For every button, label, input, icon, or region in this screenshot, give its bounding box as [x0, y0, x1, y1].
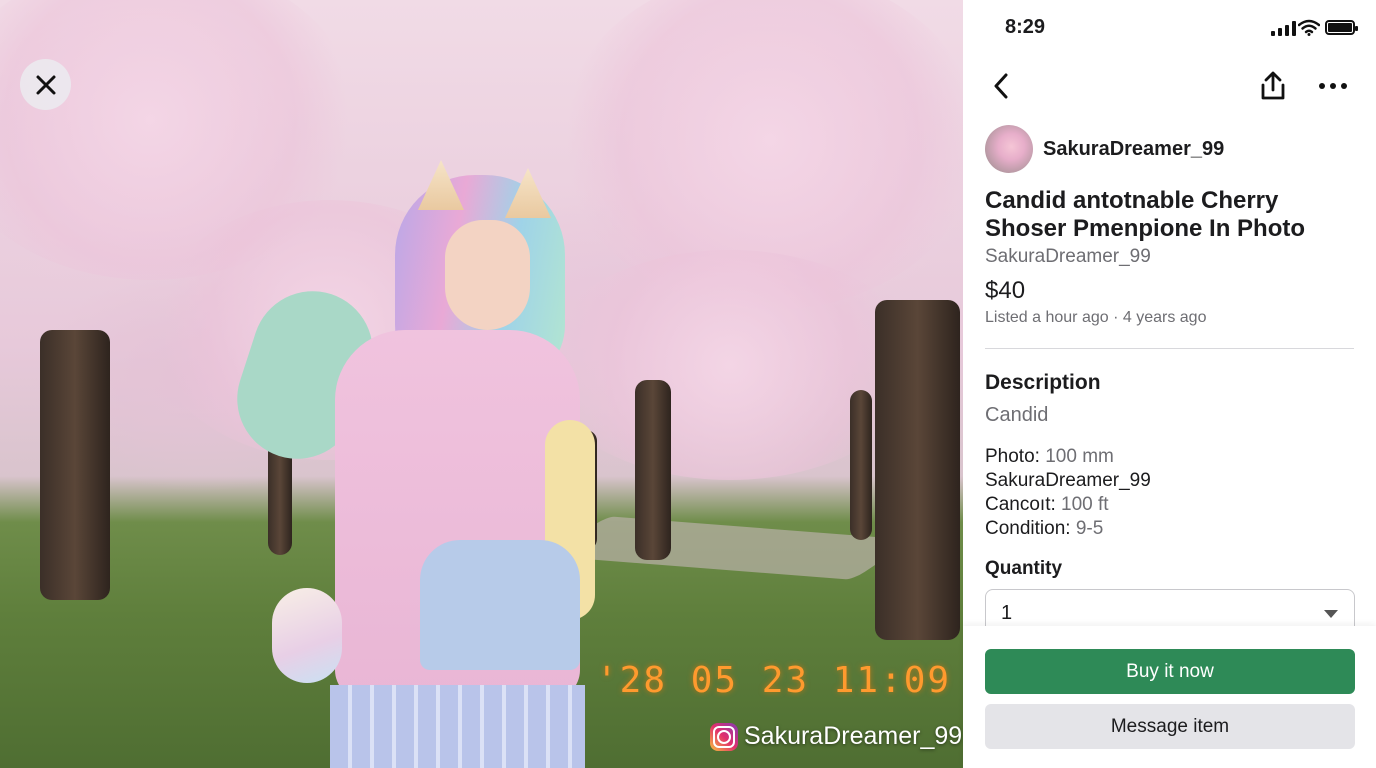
spec-row: Condition: 9-5	[985, 517, 1103, 541]
tree-trunk	[635, 380, 671, 560]
back-icon	[994, 73, 1008, 99]
spec-key: Photo:	[985, 446, 1040, 467]
listing-seller: SakuraDreamer_99	[985, 246, 1151, 267]
listing-photo: '28 05 23 11:09 SakuraDreamer_99	[0, 0, 963, 768]
quantity-value: 1	[1001, 602, 1013, 624]
plush-toy	[272, 588, 342, 683]
spec-value: 100 ft	[1061, 494, 1109, 515]
more-button[interactable]	[1315, 68, 1351, 104]
share-icon	[1261, 71, 1285, 100]
spec-row: Cancoıt: 100 ft	[985, 493, 1109, 517]
close-button[interactable]	[20, 59, 71, 110]
person-face	[445, 220, 530, 330]
seller-name[interactable]: SakuraDreamer_99	[1043, 138, 1224, 161]
spec-key: Condition:	[985, 518, 1071, 539]
listing-price: $40	[985, 277, 1026, 304]
date-stamp: '28 05 23 11:09	[596, 660, 952, 701]
back-button[interactable]	[983, 68, 1019, 104]
battery-icon	[1325, 20, 1358, 35]
message-button[interactable]: Message item	[985, 704, 1355, 749]
spec-key: Cancoıt:	[985, 494, 1056, 515]
spec-row: SakuraDreamer_99	[985, 469, 1151, 493]
status-bar: 8:29	[963, 0, 1376, 56]
signal-icon	[1271, 20, 1296, 36]
spec-value: 9-5	[1075, 518, 1104, 539]
seller-row[interactable]: SakuraDreamer_99	[985, 125, 1224, 173]
instagram-icon	[710, 722, 738, 751]
action-footer: Buy it now Message item	[963, 626, 1376, 768]
share-button[interactable]	[1255, 68, 1291, 104]
photo-watermark: SakuraDreamer_99	[710, 722, 962, 751]
quantity-heading: Quantity	[985, 558, 1063, 579]
listed-time: Listed a hour ago · 4 years ago	[985, 309, 1207, 326]
divider	[985, 348, 1354, 349]
buy-now-button[interactable]: Buy it now	[985, 649, 1355, 694]
chevron-down-icon	[1324, 610, 1338, 618]
spec-value: 100 mm	[1045, 446, 1114, 467]
status-time: 8:29	[1005, 16, 1046, 38]
avatar[interactable]	[985, 125, 1033, 173]
listing-panel: 8:29 SakuraDreamer_99 Candid antotnable …	[963, 0, 1376, 768]
hoodie-pocket	[420, 540, 580, 670]
more-icon	[1319, 83, 1347, 89]
tree-trunk	[850, 390, 872, 540]
description-heading: Description	[985, 371, 1101, 394]
close-icon	[36, 75, 55, 94]
description-subtitle: Candid	[985, 404, 1049, 426]
tree-trunk	[40, 330, 110, 600]
tree-trunk	[875, 300, 960, 640]
person-skirt	[330, 685, 585, 768]
wifi-icon	[1298, 19, 1320, 36]
listing-title: Candid antotnable Cherry Shoser Pmenpion…	[985, 187, 1306, 242]
watermark-handle: SakuraDreamer_99	[744, 722, 963, 750]
spec-key: SakuraDreamer_99	[985, 470, 1151, 491]
spec-row: Photo: 100 mm	[985, 445, 1114, 469]
